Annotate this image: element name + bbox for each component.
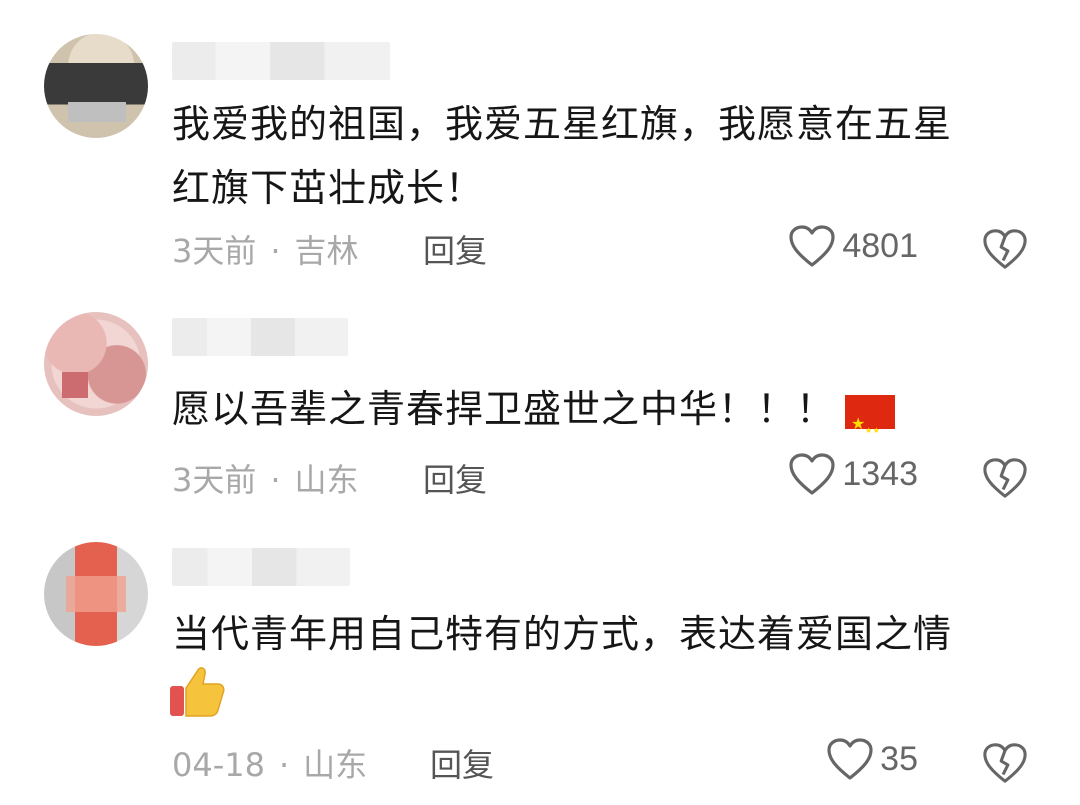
thumbs-up-emoji	[170, 667, 225, 717]
comment-text: 愿以吾辈之青春捍卫盛世之中华！！！	[172, 377, 1032, 463]
comment-text-line: 当代青年用自己特有的方式，表达着爱国之情	[172, 612, 953, 656]
reply-button[interactable]: 回复	[423, 226, 487, 272]
comment-time: 04-18	[172, 746, 265, 784]
comment-time: 3天前	[172, 461, 257, 499]
china-flag-emoji	[845, 392, 896, 463]
heart-icon	[827, 738, 873, 780]
like-count: 1343	[842, 454, 918, 493]
comment-text-line: 愿以吾辈之青春捍卫盛世之中华！！！	[172, 387, 836, 431]
meta-separator: ·	[270, 461, 281, 499]
username-blurred[interactable]	[172, 318, 348, 356]
comment-text-line: 我爱我的祖国，我爱五星红旗，我愿意在五星	[172, 102, 953, 146]
comment-location: 吉林	[294, 232, 359, 270]
dislike-heart-icon[interactable]	[982, 740, 1028, 786]
avatar[interactable]	[44, 312, 148, 416]
username-blurred[interactable]	[172, 42, 390, 80]
avatar[interactable]	[44, 34, 148, 138]
like-button[interactable]: 35	[826, 737, 918, 781]
avatar[interactable]	[44, 542, 148, 646]
reply-button[interactable]: 回复	[430, 740, 494, 786]
comment-text-line: 红旗下茁壮成长！	[172, 166, 485, 210]
meta-separator: ·	[270, 232, 281, 270]
comment-meta: 3天前 · 山东	[172, 455, 359, 501]
comment-meta: 04-18 · 山东	[172, 740, 367, 786]
like-button[interactable]: 1343	[788, 452, 918, 496]
heart-icon	[789, 453, 835, 495]
comment-text: 我爱我的祖国，我爱五星红旗，我愿意在五星 红旗下茁壮成长！	[172, 92, 1032, 220]
dislike-heart-icon[interactable]	[982, 226, 1028, 272]
comment-location: 山东	[294, 461, 359, 499]
comment-time: 3天前	[172, 232, 257, 270]
comment-text: 当代青年用自己特有的方式，表达着爱国之情	[172, 602, 1032, 666]
like-count: 4801	[842, 226, 918, 265]
comment-location: 山东	[303, 746, 368, 784]
like-count: 35	[880, 739, 918, 778]
reply-button[interactable]: 回复	[423, 455, 487, 501]
dislike-heart-icon[interactable]	[982, 455, 1028, 501]
meta-separator: ·	[278, 746, 290, 784]
heart-icon	[789, 225, 835, 267]
comment-meta: 3天前 · 吉林	[172, 226, 359, 272]
like-button[interactable]: 4801	[788, 224, 918, 268]
username-blurred[interactable]	[172, 548, 350, 586]
